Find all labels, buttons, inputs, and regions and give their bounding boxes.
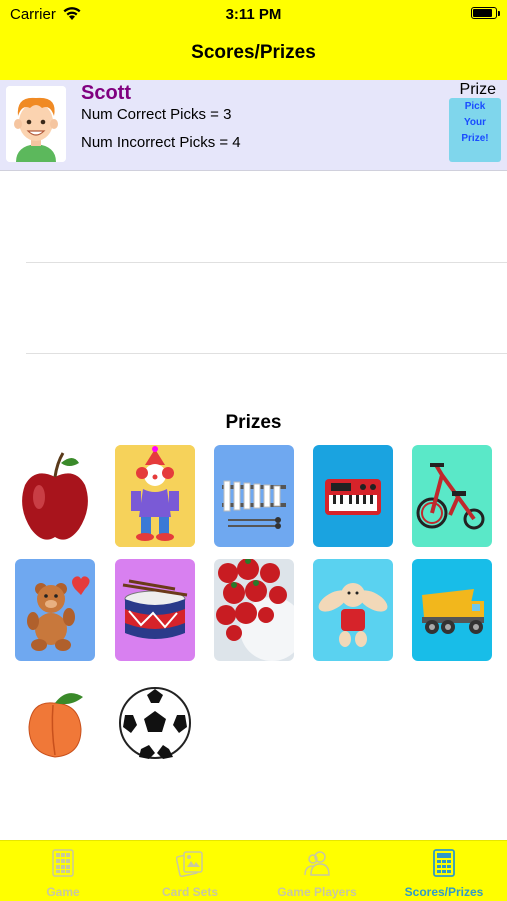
tab-scores-prizes[interactable]: Scores/Prizes xyxy=(381,841,507,901)
pick-prize-line-3: Prize! xyxy=(461,133,489,144)
pick-prize-line-2: Your xyxy=(463,117,487,128)
status-bar: Carrier 3:11 PM xyxy=(0,0,507,30)
incorrect-picks-text: Num Incorrect Picks = 4 xyxy=(81,134,241,151)
calculator-icon xyxy=(433,849,455,877)
prize-drum[interactable] xyxy=(115,559,195,661)
prize-strawberries[interactable] xyxy=(214,559,294,661)
prizes-heading: Prizes xyxy=(225,412,282,433)
pick-prize-line-1: Pick xyxy=(464,101,486,112)
player-name: Scott xyxy=(81,82,131,104)
clock: 3:11 PM xyxy=(225,6,282,23)
prize-soccer-ball[interactable] xyxy=(115,673,195,775)
dump-truck-icon xyxy=(412,559,492,661)
tab-card-sets[interactable]: Card Sets xyxy=(127,841,253,901)
drum-icon xyxy=(115,559,195,661)
prize-peach[interactable] xyxy=(15,673,95,775)
player-row[interactable]: Scott Num Correct Picks = 3 Num Incorrec… xyxy=(0,80,507,171)
apple-icon xyxy=(22,452,88,540)
page-title: Scores/Prizes xyxy=(191,42,316,63)
avatar xyxy=(6,86,66,162)
battery-icon xyxy=(471,7,500,19)
tricycle-icon xyxy=(412,445,492,547)
piano-icon xyxy=(313,445,393,547)
tab-game-players[interactable]: Game Players xyxy=(254,841,380,901)
peach-icon xyxy=(28,693,83,758)
soccer-ball-icon xyxy=(119,687,191,759)
prize-apple[interactable] xyxy=(15,445,95,547)
bunny-icon xyxy=(313,559,393,661)
correct-picks-text: Num Correct Picks = 3 xyxy=(81,106,232,123)
tab-game[interactable]: Game xyxy=(0,841,126,901)
prize-teddy-bear[interactable] xyxy=(15,559,95,661)
prize-xylophone[interactable] xyxy=(214,445,294,547)
tab-game-label: Game xyxy=(46,885,80,899)
prize-tricycle[interactable] xyxy=(412,445,492,547)
prize-clown[interactable] xyxy=(115,445,195,547)
prize-toy-piano[interactable] xyxy=(313,445,393,547)
prize-bunny[interactable] xyxy=(313,559,393,661)
players-icon xyxy=(304,851,330,876)
card-sets-icon xyxy=(176,851,203,877)
prize-dump-truck[interactable] xyxy=(412,559,492,661)
navigation-bar: Scores/Prizes xyxy=(0,30,507,80)
game-icon xyxy=(52,849,74,877)
boy-avatar-icon xyxy=(6,86,66,162)
tab-game-players-label: Game Players xyxy=(277,885,357,899)
clown-icon xyxy=(115,445,195,547)
teddy-bear-icon xyxy=(15,559,95,661)
tab-scores-prizes-label: Scores/Prizes xyxy=(404,885,484,899)
tab-bar: Game Card Sets Game Players Scores/Prize… xyxy=(0,840,507,901)
tab-card-sets-label: Card Sets xyxy=(161,885,219,899)
pick-your-prize-button[interactable]: Pick Your Prize! xyxy=(449,98,501,162)
row-separator xyxy=(26,262,507,263)
prize-label: Prize xyxy=(459,81,496,98)
row-separator xyxy=(26,353,507,354)
xylophone-icon xyxy=(214,445,294,547)
strawberries-icon xyxy=(214,559,294,661)
